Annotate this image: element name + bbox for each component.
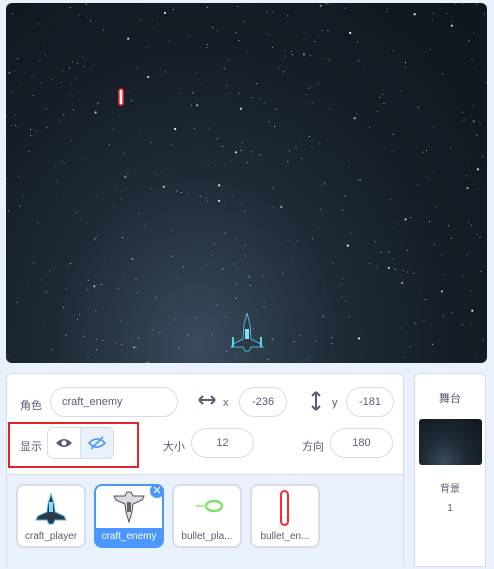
backdrop-count: 1 (447, 503, 453, 514)
y-input[interactable]: -181 (346, 387, 394, 417)
size-input[interactable]: 12 (191, 428, 254, 458)
size-label: 大小 (163, 441, 185, 453)
direction-input[interactable]: 180 (330, 428, 393, 458)
sprite-tile-craft-enemy[interactable]: ✕ craft_enemy (94, 484, 164, 548)
sprite-info-panel: 角色 craft_enemy x -236 y -181 显示 大小 12 方向… (6, 373, 404, 569)
x-input[interactable]: -236 (239, 387, 287, 417)
size-value: 12 (216, 437, 229, 449)
sprite-tile-name: craft_enemy (96, 528, 162, 546)
bullet-enemy-thumbnail (280, 490, 289, 526)
stage-sprites (118, 88, 265, 352)
backdrop-thumbnail[interactable] (419, 419, 482, 465)
sprite-tile-name: craft_player (24, 531, 78, 542)
stage-canvas[interactable] (6, 3, 487, 363)
bullet-player-thumbnail (196, 499, 224, 513)
sprite-tile-name: bullet_pla... (181, 531, 233, 542)
y-label: y (332, 397, 338, 409)
craft-player-thumbnail (35, 492, 67, 525)
x-value: -236 (251, 396, 275, 408)
highlight-box (8, 422, 139, 468)
direction-label: 方向 (302, 441, 324, 453)
delete-sprite-icon[interactable]: ✕ (150, 484, 164, 498)
stage-panel[interactable]: 舞台 背景 1 (414, 373, 486, 567)
vertical-arrows-icon (311, 391, 321, 416)
sprite-tile-bullet-player[interactable]: bullet_pla... (172, 484, 242, 548)
stage-title: 舞台 (439, 393, 461, 405)
sprite-tile-name: bullet_en... (260, 531, 310, 542)
y-value: -181 (358, 396, 382, 408)
enemy-bullet-sprite[interactable] (118, 88, 124, 106)
horizontal-arrows-icon (198, 393, 216, 412)
backdrop-label: 背景 (440, 484, 460, 495)
sprite-tile-bullet-enemy[interactable]: bullet_en... (250, 484, 320, 548)
direction-value: 180 (352, 437, 371, 449)
sprite-tile-craft-player[interactable]: craft_player (16, 484, 86, 548)
sprite-name-value: craft_enemy (62, 396, 123, 408)
sprite-label: 角色 (20, 400, 42, 412)
sprite-name-input[interactable]: craft_enemy (50, 387, 178, 417)
sprite-list: craft_player ✕ craft_enemy bullet_pla...… (7, 474, 403, 569)
player-craft-sprite[interactable] (229, 312, 265, 352)
x-label: x (223, 397, 229, 409)
